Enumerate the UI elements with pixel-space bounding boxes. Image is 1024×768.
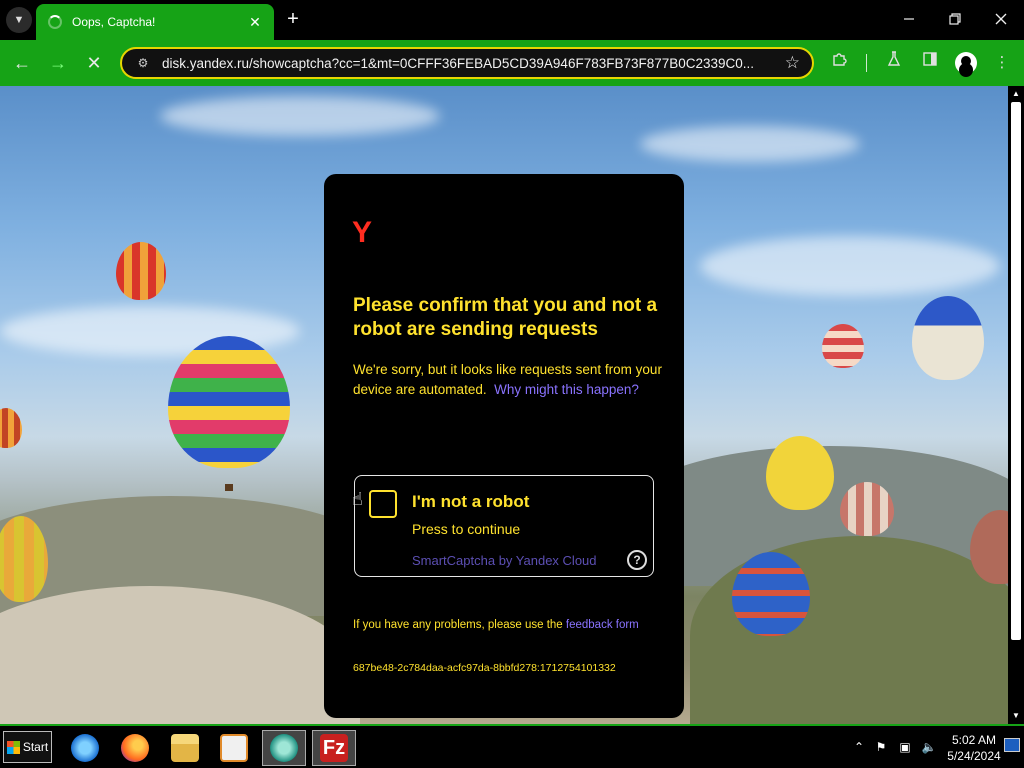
- internet-explorer-glyph: [71, 734, 99, 762]
- restore-icon: [949, 13, 961, 25]
- more-vertical-icon: ⋮: [994, 54, 1010, 71]
- page-viewport: Y Please confirm that you and not a robo…: [0, 86, 1008, 724]
- close-window-button[interactable]: [986, 8, 1016, 32]
- hot-air-balloon: [822, 324, 864, 368]
- chrome-app-icon[interactable]: [262, 730, 306, 766]
- profile-avatar-icon[interactable]: [955, 52, 977, 74]
- browser-menu-button[interactable]: ⋮: [990, 51, 1014, 75]
- request-id: 687be48-2c784daa-acfc97da-8bbfd278:17127…: [353, 662, 616, 674]
- folder-glyph: [171, 734, 199, 762]
- minimize-button[interactable]: [894, 8, 924, 32]
- loading-spinner-icon: [48, 15, 62, 29]
- chrome-glyph: [270, 734, 298, 762]
- scroll-down-arrow-icon[interactable]: ▼: [1008, 710, 1024, 722]
- hot-air-balloon: [0, 408, 22, 448]
- hot-air-balloon: [840, 482, 894, 536]
- filezilla-glyph: Fz: [320, 734, 348, 762]
- puzzle-icon: [833, 53, 847, 66]
- start-label: Start: [22, 740, 49, 754]
- tab-strip: ▼ Oops, Captcha! ✕ +: [0, 0, 1024, 40]
- clock-date[interactable]: 5/24/2024: [944, 749, 1004, 763]
- not-a-robot-label: I'm not a robot: [412, 492, 530, 511]
- close-icon: [995, 13, 1007, 25]
- file-explorer-icon[interactable]: [163, 730, 207, 766]
- tray-expand-icon[interactable]: ⌃: [851, 738, 867, 756]
- balloon-basket: [225, 484, 233, 491]
- new-tab-button[interactable]: +: [282, 8, 304, 30]
- volume-muted-icon[interactable]: 🔈: [921, 738, 937, 756]
- page-scrollbar[interactable]: ▲ ▼: [1008, 86, 1024, 724]
- chevron-down-icon: ▼: [13, 14, 25, 26]
- url-text[interactable]: disk.yandex.ru/showcaptcha?cc=1&mt=0CFFF…: [162, 56, 779, 71]
- start-button[interactable]: Start: [3, 731, 52, 763]
- windows-logo-icon: [6, 740, 20, 754]
- arrow-left-icon: ←: [13, 53, 31, 73]
- media-player-icon[interactable]: [212, 730, 256, 766]
- firefox-glyph: [121, 734, 149, 762]
- side-panel-icon: [923, 52, 937, 66]
- scroll-up-arrow-icon[interactable]: ▲: [1008, 88, 1024, 100]
- browser-toolbar: ← → ✕ ⚙ disk.yandex.ru/showcaptcha?cc=1&…: [0, 40, 1024, 86]
- network-icon[interactable]: ▣: [897, 738, 913, 756]
- question-mark-icon[interactable]: ?: [627, 550, 647, 570]
- problems-text: If you have any problems, please use the: [353, 619, 563, 631]
- side-panel-button[interactable]: [918, 51, 942, 75]
- action-center-flag-icon[interactable]: ⚑: [873, 738, 889, 756]
- clock-time[interactable]: 5:02 AM: [950, 733, 998, 747]
- labs-button[interactable]: [882, 51, 906, 75]
- captcha-title: Please confirm that you and not a robot …: [353, 295, 658, 340]
- close-icon: ✕: [86, 53, 102, 73]
- scroll-thumb[interactable]: [1011, 102, 1021, 640]
- tab-close-icon[interactable]: ✕: [246, 14, 264, 31]
- flask-icon: [887, 51, 901, 66]
- hot-air-balloon: [912, 296, 984, 380]
- toolbar-separator: [866, 54, 867, 72]
- tab-search-button[interactable]: ▼: [6, 7, 32, 33]
- hand-pointer-cursor-icon: ☝: [352, 489, 363, 509]
- firefox-icon[interactable]: [113, 730, 157, 766]
- windows-taskbar: Start Fz ⌃ ⚑ ▣ 🔈 5:02 AM 5/24/2024: [0, 724, 1024, 768]
- site-settings-icon[interactable]: ⚙: [134, 54, 152, 72]
- feedback-form-link[interactable]: feedback form: [566, 619, 639, 631]
- background-cloud: [640, 126, 860, 162]
- forward-button[interactable]: →: [46, 51, 70, 75]
- background-cloud: [700, 236, 1000, 296]
- bookmark-star-icon[interactable]: ☆: [785, 53, 800, 73]
- press-to-continue-label: Press to continue: [412, 521, 521, 537]
- yandex-logo: Y: [352, 216, 373, 249]
- problems-notice: If you have any problems, please use the…: [353, 617, 653, 633]
- why-might-this-happen-link[interactable]: Why might this happen?: [494, 382, 639, 397]
- stop-loading-button[interactable]: ✕: [82, 51, 106, 75]
- show-desktop-icon[interactable]: [1004, 738, 1020, 752]
- hot-air-balloon: [732, 552, 810, 636]
- smartcaptcha-provider-label[interactable]: SmartCaptcha by Yandex Cloud: [412, 553, 597, 568]
- tab-title: Oops, Captcha!: [72, 15, 156, 29]
- tab-oops-captcha[interactable]: Oops, Captcha! ✕: [36, 4, 274, 40]
- media-player-glyph: [220, 734, 248, 762]
- captcha-description: We're sorry, but it looks like requests …: [353, 360, 663, 400]
- address-bar[interactable]: ⚙ disk.yandex.ru/showcaptcha?cc=1&mt=0CF…: [120, 47, 814, 79]
- back-button[interactable]: ←: [10, 51, 34, 75]
- internet-explorer-icon[interactable]: [63, 730, 107, 766]
- minimize-icon: [904, 18, 914, 20]
- not-a-robot-widget[interactable]: I'm not a robot Press to continue SmartC…: [354, 475, 654, 577]
- background-cloud: [160, 96, 440, 136]
- not-a-robot-checkbox[interactable]: [369, 490, 397, 518]
- hot-air-balloon: [766, 436, 834, 510]
- restore-button[interactable]: [940, 8, 970, 32]
- hot-air-balloon: [116, 242, 166, 300]
- arrow-right-icon: →: [49, 53, 67, 73]
- extensions-button[interactable]: [828, 51, 852, 75]
- hot-air-balloon: [168, 336, 290, 468]
- captcha-card: Y Please confirm that you and not a robo…: [324, 174, 684, 718]
- filezilla-icon[interactable]: Fz: [312, 730, 356, 766]
